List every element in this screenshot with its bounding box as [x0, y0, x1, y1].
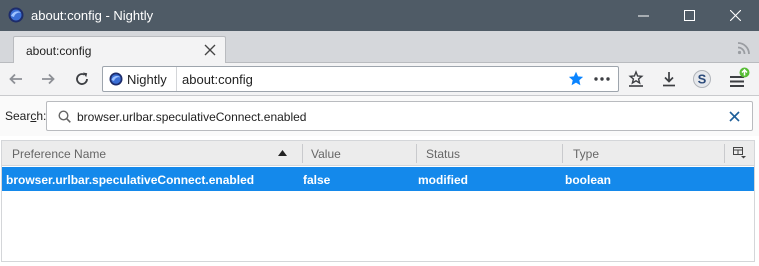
navigation-toolbar: Nightly about:config S — [0, 63, 759, 96]
close-tab-icon[interactable] — [204, 44, 216, 56]
forward-button[interactable] — [36, 67, 60, 91]
clear-search-icon[interactable] — [729, 111, 740, 122]
search-label: Search: — [5, 109, 47, 123]
column-divider[interactable] — [302, 144, 303, 163]
column-header-preference-name[interactable]: Preference Name — [12, 147, 106, 161]
minimize-icon — [637, 15, 649, 17]
tab-about-config[interactable]: about:config — [13, 36, 226, 64]
downloads-button[interactable] — [657, 67, 681, 91]
column-divider[interactable] — [562, 144, 563, 163]
tab-strip: about:config — [0, 31, 759, 64]
s-extension-icon: S — [693, 70, 711, 88]
download-icon — [663, 72, 675, 87]
column-header-value[interactable]: Value — [311, 147, 341, 161]
app-menu-button[interactable] — [727, 67, 751, 91]
cell-value: false — [303, 173, 331, 187]
reload-button[interactable] — [70, 67, 94, 91]
identity-label: Nightly — [127, 72, 167, 87]
column-divider[interactable] — [724, 144, 725, 163]
search-row: Search: browser.urlbar.speculativeConnec… — [0, 96, 759, 136]
back-button[interactable] — [4, 67, 28, 91]
library-button[interactable] — [624, 67, 648, 91]
reload-icon — [76, 72, 88, 85]
cell-status: modified — [418, 173, 468, 187]
back-arrow-icon — [9, 73, 22, 85]
hamburger-menu-update-icon — [730, 67, 750, 87]
window-title: about:config - Nightly — [31, 8, 154, 23]
rss-feed-icon[interactable] — [737, 41, 751, 55]
star-in-box-icon — [628, 70, 644, 87]
search-input[interactable]: browser.urlbar.speculativeConnect.enable… — [46, 101, 753, 131]
maximize-button[interactable] — [666, 0, 712, 31]
search-value[interactable]: browser.urlbar.speculativeConnect.enable… — [77, 110, 306, 124]
title-bar: about:config - Nightly — [0, 0, 759, 31]
column-divider[interactable] — [416, 144, 417, 163]
bookmark-star-icon[interactable] — [568, 71, 584, 87]
sort-ascending-icon — [278, 150, 287, 156]
svg-text:S: S — [698, 72, 707, 87]
column-header-type[interactable]: Type — [573, 147, 599, 161]
column-header-status[interactable]: Status — [426, 147, 460, 161]
minimize-button[interactable] — [620, 0, 666, 31]
preferences-table: Preference Name Value Status Type browse… — [1, 140, 755, 262]
column-picker-icon[interactable] — [733, 147, 746, 159]
page-actions-menu-icon[interactable] — [593, 71, 611, 87]
identity-box[interactable]: Nightly — [103, 67, 177, 91]
url-text[interactable]: about:config — [182, 72, 253, 87]
tab-label: about:config — [26, 44, 92, 58]
close-icon — [729, 10, 741, 21]
search-icon — [58, 110, 71, 123]
nightly-logo-icon — [109, 72, 123, 86]
cell-preference-name: browser.urlbar.speculativeConnect.enable… — [6, 173, 255, 187]
maximize-icon — [683, 10, 695, 21]
table-header: Preference Name Value Status Type — [2, 141, 754, 166]
nightly-logo-icon — [8, 7, 24, 23]
close-window-button[interactable] — [712, 0, 758, 31]
table-row[interactable]: browser.urlbar.speculativeConnect.enable… — [2, 167, 754, 191]
forward-arrow-icon — [42, 73, 55, 85]
cell-type: boolean — [565, 173, 612, 187]
sync-extension-button[interactable]: S — [690, 67, 714, 91]
url-bar[interactable]: Nightly about:config — [102, 66, 619, 92]
